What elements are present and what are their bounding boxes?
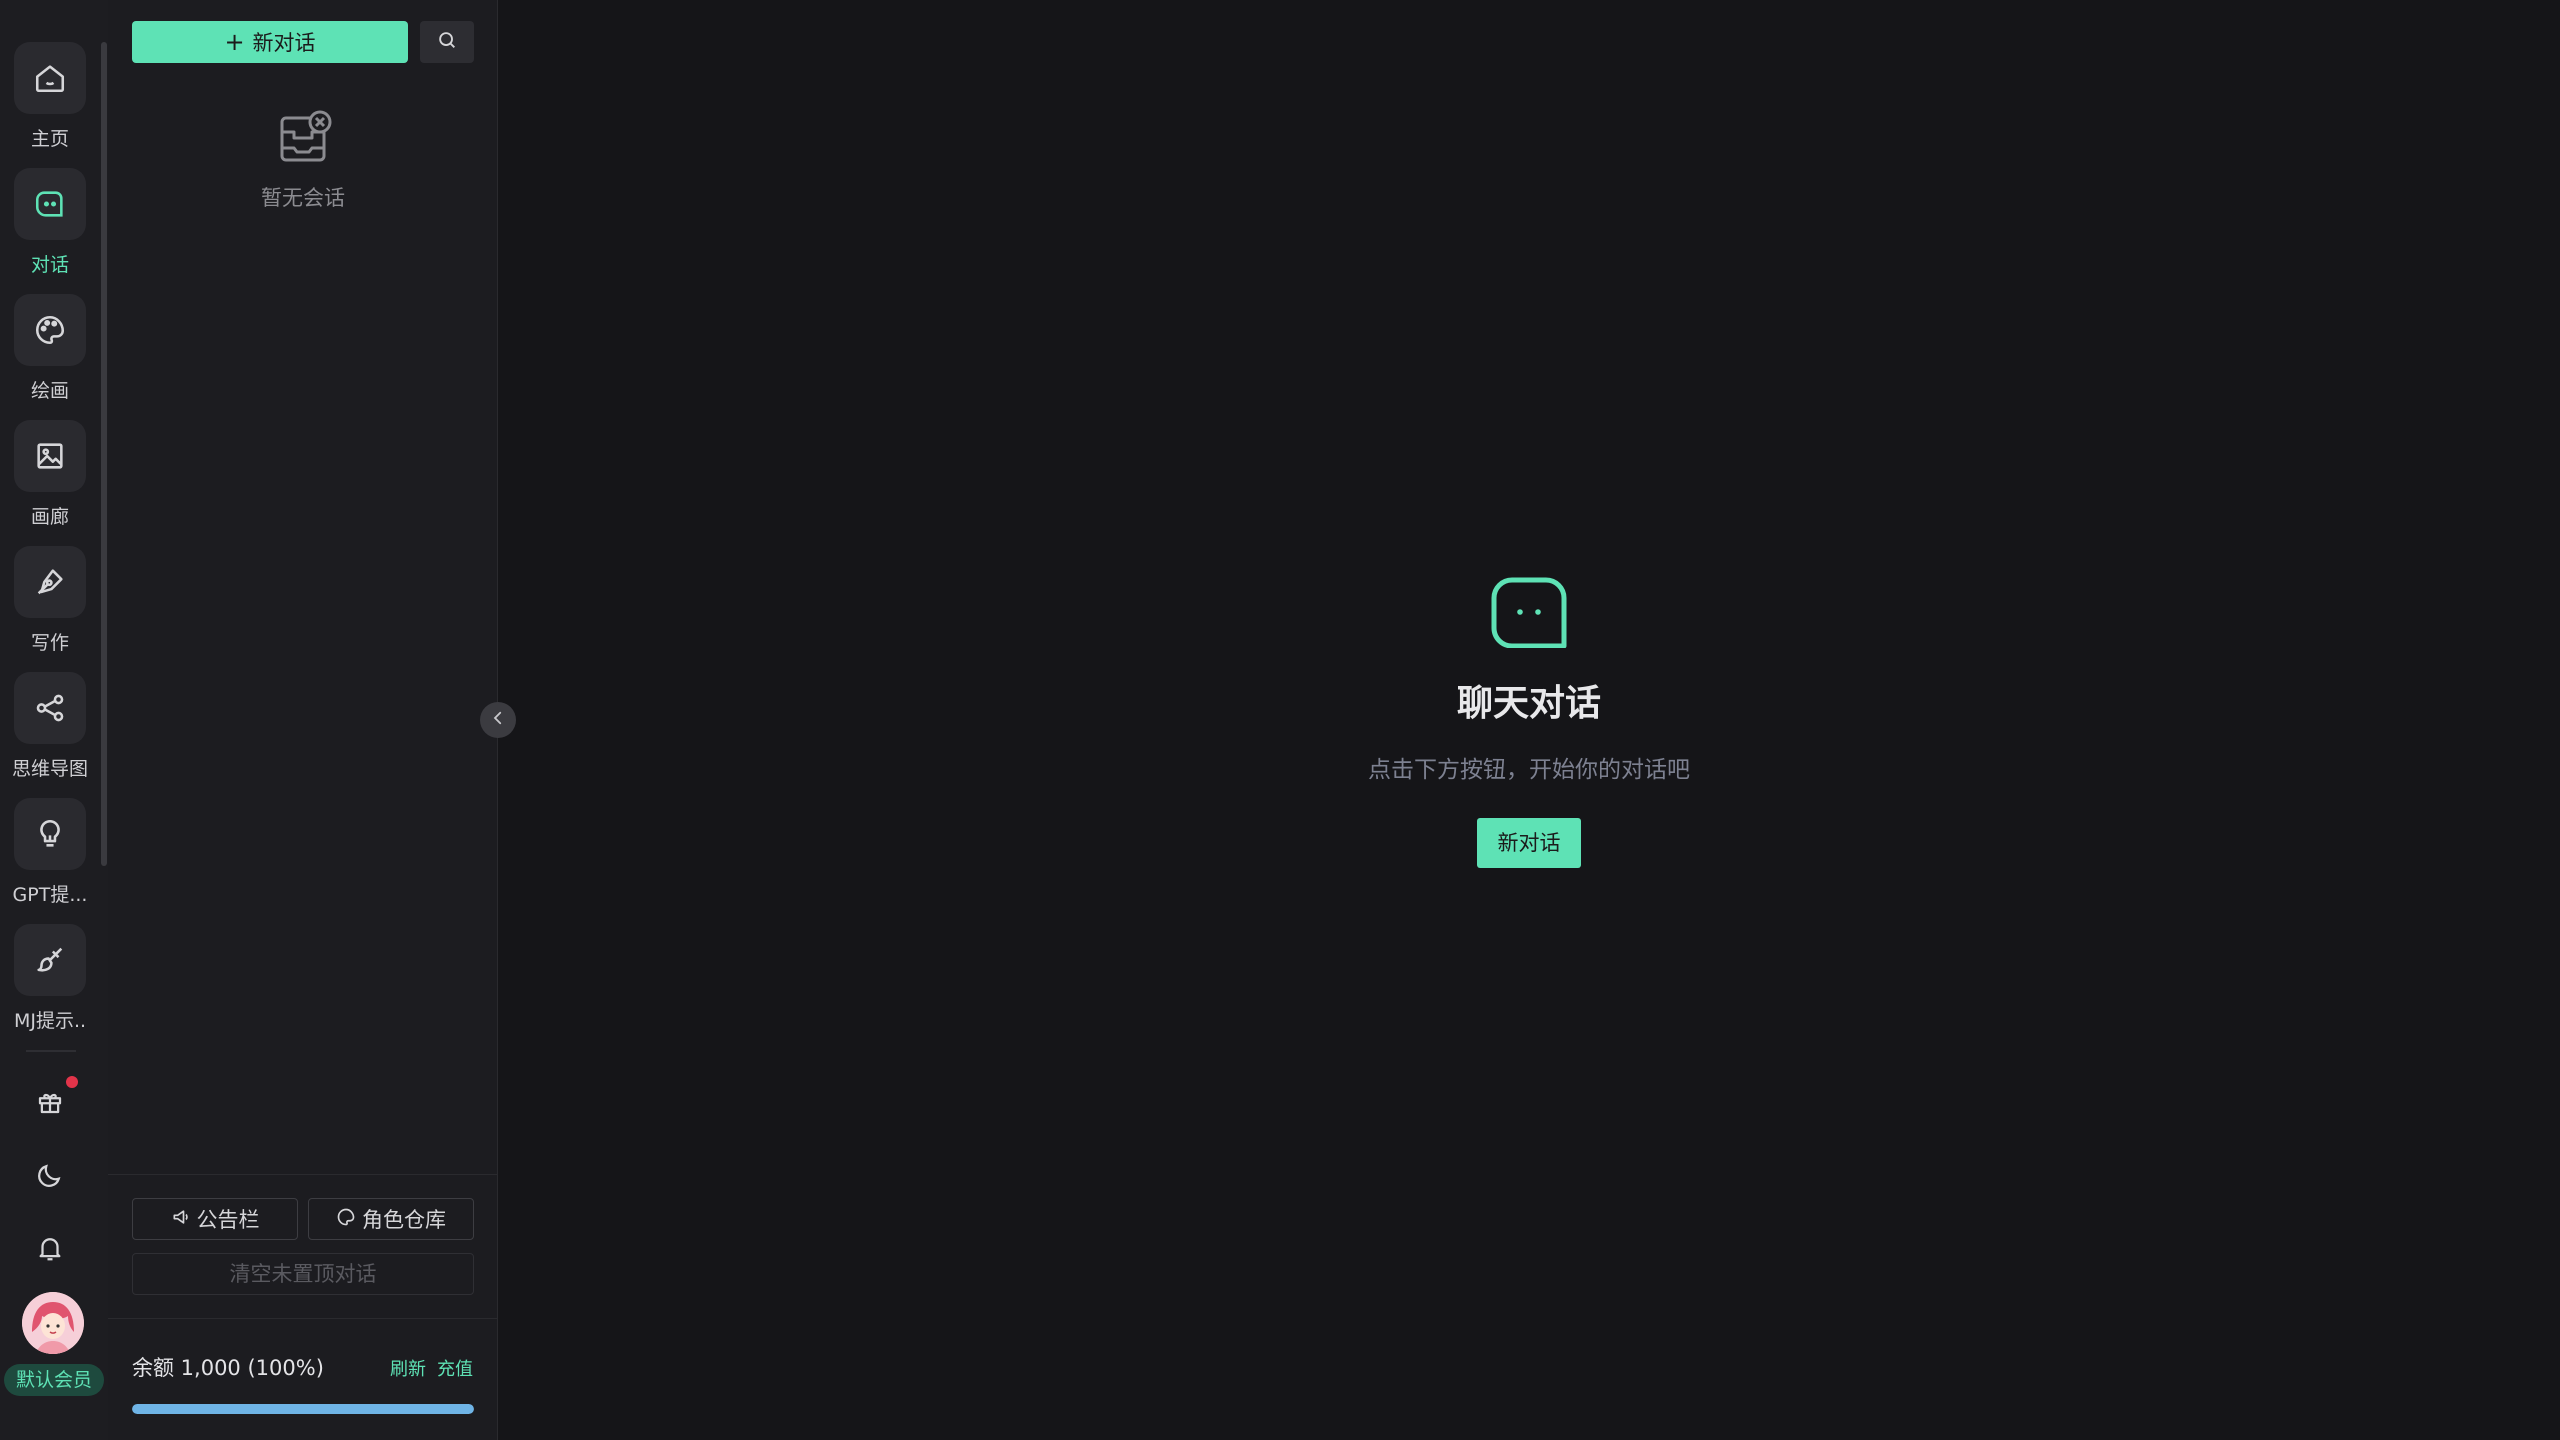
notifications-button[interactable]	[24, 1224, 76, 1276]
chat-title: 聊天对话	[1456, 683, 1601, 724]
notification-dot	[66, 1076, 78, 1088]
bell-icon	[35, 1233, 65, 1267]
theme-toggle[interactable]	[24, 1151, 76, 1203]
chat-icon	[14, 168, 86, 240]
nav-item-mj-prompt[interactable]: MJ提示..	[0, 924, 100, 1033]
nav-label: 思维导图	[11, 758, 88, 780]
nav-label: 对话	[30, 254, 69, 276]
role-library-button[interactable]: 角色仓库	[308, 1198, 474, 1240]
new-chat-button[interactable]: + 新对话	[132, 21, 408, 63]
lightbulb-icon	[14, 798, 86, 870]
rail-divider	[26, 1050, 76, 1052]
moon-icon	[35, 1160, 65, 1194]
nav-label: 画廊	[30, 506, 69, 528]
rail-scrollbar[interactable]	[101, 42, 107, 866]
nav-item-home[interactable]: 主页	[0, 42, 100, 151]
clear-unpinned-button[interactable]: 清空未置顶对话	[132, 1253, 474, 1295]
nav-item-draw[interactable]: 绘画	[0, 294, 100, 403]
empty-inbox-icon	[272, 110, 334, 174]
app-window: 主页 对话 绘画 画廊 写作 思维导图 GPT提... MJ提示.. 默认会员 …	[0, 0, 2560, 1440]
nav-label: 主页	[30, 128, 69, 150]
empty-sessions: 暂无会话	[132, 108, 474, 212]
new-chat-label: 新对话	[252, 31, 316, 55]
recharge-link[interactable]: 充值	[437, 1355, 473, 1381]
palette-icon	[14, 294, 86, 366]
avatar[interactable]	[22, 1292, 84, 1354]
chat-empty-state: 聊天对话 点击下方按钮，开始你的对话吧 新对话	[498, 576, 2560, 868]
empty-sessions-text: 暂无会话	[261, 186, 345, 210]
nav-label: 绘画	[30, 380, 69, 402]
nav-item-chat[interactable]: 对话	[0, 168, 100, 277]
pen-icon	[14, 546, 86, 618]
session-panel: + 新对话 暂无会话 公告栏 角色仓库 清空未置顶对话 余额 1,000 (10…	[108, 0, 498, 1440]
megaphone-icon	[171, 1207, 191, 1232]
balance-progress-fill	[132, 1404, 474, 1414]
palette-icon	[336, 1207, 356, 1232]
gift-icon	[35, 1087, 65, 1121]
home-icon	[14, 42, 86, 114]
nav-item-mindmap[interactable]: 思维导图	[0, 672, 100, 781]
role-library-label: 角色仓库	[362, 1208, 446, 1232]
search-icon	[436, 29, 458, 55]
nav-item-gallery[interactable]: 画廊	[0, 420, 100, 529]
brush-icon	[14, 924, 86, 996]
refresh-link[interactable]: 刷新	[390, 1355, 426, 1381]
nav-label: 写作	[30, 632, 69, 654]
image-icon	[14, 420, 86, 492]
nav-item-gpt-prompt[interactable]: GPT提...	[0, 798, 100, 907]
notice-label: 公告栏	[196, 1208, 260, 1232]
nav-label: MJ提示..	[13, 1010, 87, 1032]
balance-progress	[132, 1404, 474, 1414]
chat-icon	[498, 576, 2560, 652]
chat-subtitle: 点击下方按钮，开始你的对话吧	[1368, 757, 1690, 783]
nav-label: GPT提...	[12, 884, 88, 906]
panel-divider	[108, 1318, 498, 1319]
panel-divider	[108, 1174, 498, 1175]
plus-icon: +	[224, 28, 245, 56]
share-icon	[14, 672, 86, 744]
nav-rail: 主页 对话 绘画 画廊 写作 思维导图 GPT提... MJ提示.. 默认会员	[0, 0, 108, 1440]
notice-button[interactable]: 公告栏	[132, 1198, 298, 1240]
search-button[interactable]	[420, 21, 474, 63]
member-badge: 默认会员	[4, 1364, 104, 1396]
chat-main: 聊天对话 点击下方按钮，开始你的对话吧 新对话	[498, 0, 2560, 1440]
start-chat-button[interactable]: 新对话	[1477, 818, 1581, 868]
nav-item-write[interactable]: 写作	[0, 546, 100, 655]
balance-text: 余额 1,000 (100%)	[132, 1356, 324, 1380]
